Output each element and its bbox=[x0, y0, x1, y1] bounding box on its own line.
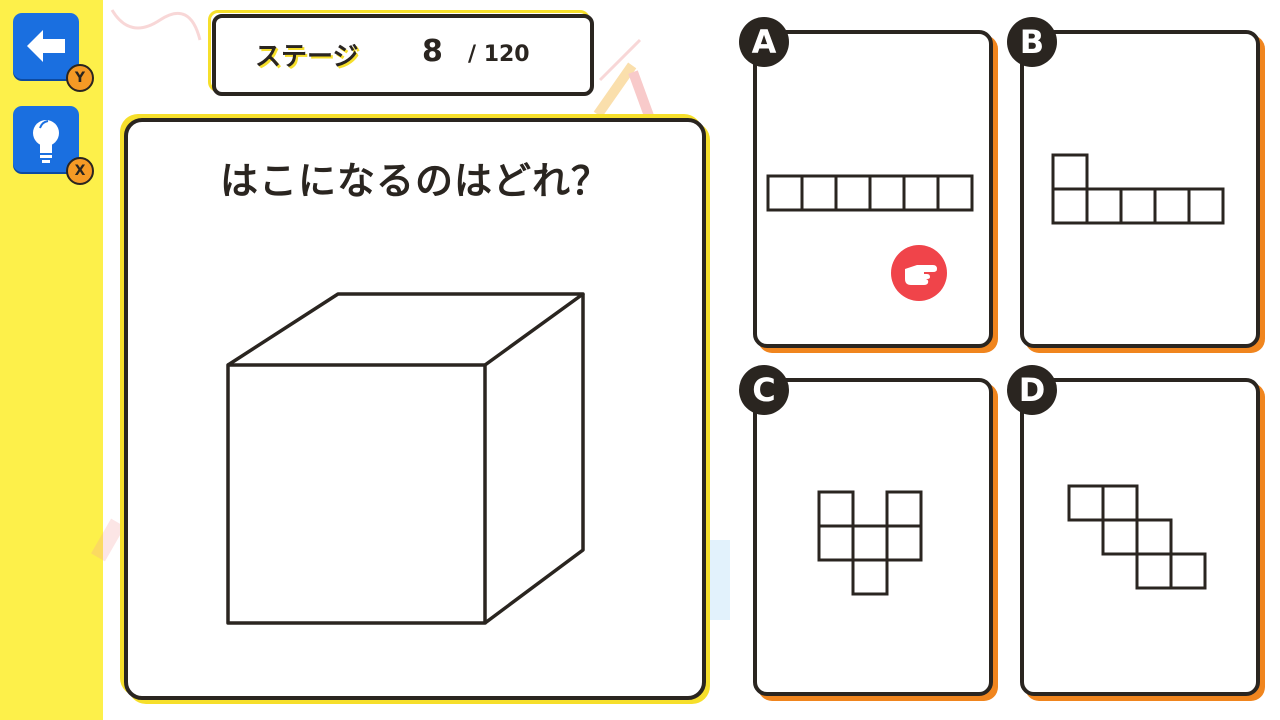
choice-card-c[interactable] bbox=[753, 378, 993, 696]
choice-card-a[interactable] bbox=[753, 30, 993, 348]
choice-letter-c: C bbox=[739, 365, 789, 415]
choice-card-b[interactable] bbox=[1020, 30, 1260, 348]
stage-total: / 120 bbox=[468, 42, 530, 67]
net-v-shape-6 bbox=[817, 490, 923, 596]
question-text: はこになるのはどれ？ bbox=[219, 159, 610, 203]
net-staircase-6 bbox=[1067, 484, 1207, 590]
pointing-hand-icon bbox=[905, 265, 937, 285]
choice-letter-b: B bbox=[1007, 17, 1057, 67]
key-badge-y: Y bbox=[66, 64, 94, 92]
stage-label: ステージ bbox=[255, 42, 359, 72]
net-strip-6 bbox=[766, 174, 974, 212]
stage-current: 8 bbox=[422, 34, 443, 69]
choice-letter-a: A bbox=[739, 17, 789, 67]
choice-letter-d: D bbox=[1007, 365, 1057, 415]
cube-illustration bbox=[226, 292, 585, 625]
choice-card-d[interactable] bbox=[1020, 378, 1260, 696]
pointer-cursor bbox=[891, 245, 947, 301]
net-l-shape-6 bbox=[1051, 153, 1225, 225]
